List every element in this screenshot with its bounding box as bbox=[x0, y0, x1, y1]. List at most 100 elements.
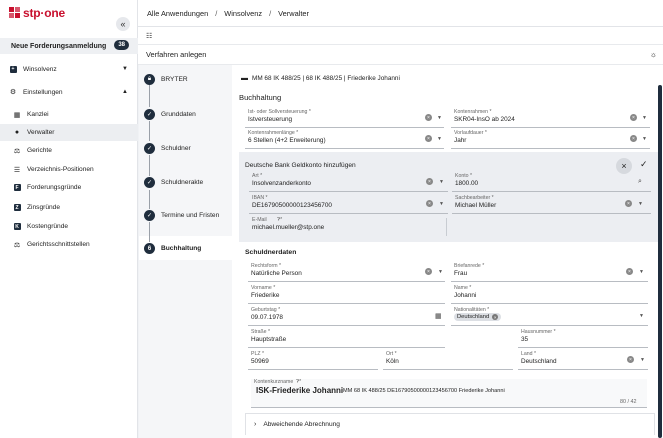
field-value: Hauptstraße bbox=[251, 336, 287, 343]
step-buchhaltung[interactable]: 6 Buchhaltung bbox=[144, 243, 201, 254]
scrollbar[interactable] bbox=[658, 85, 662, 438]
kontenlaenge-select[interactable]: Kontenrahmenlänge * 6 Stellen (4+2 Erwei… bbox=[245, 130, 444, 149]
account-type-select[interactable]: Art * Insolvenzanderkonto × ▼ bbox=[249, 173, 448, 192]
field-value: 6 Stellen (4+2 Erweiterung) bbox=[248, 137, 326, 144]
chevron-down-icon[interactable]: ▼ bbox=[640, 357, 645, 363]
step-termine[interactable]: ✓ Termine und Fristen bbox=[144, 210, 219, 221]
help-icon[interactable]: ❓︎* bbox=[277, 217, 282, 224]
clear-icon[interactable]: × bbox=[425, 114, 432, 121]
email-field[interactable]: E-Mail ❓︎* michael.mueller@stp.one bbox=[249, 217, 448, 236]
debtor-section-title: Schuldnerdaten bbox=[245, 249, 297, 256]
field-label: Ort * bbox=[386, 351, 397, 357]
sidebar-item-verwalter[interactable]: ● Verwalter bbox=[0, 124, 138, 141]
sidebar-group-einstellungen[interactable]: ⚙ Einstellungen ▲ bbox=[0, 84, 138, 100]
lock-icon: 🔒︎ bbox=[144, 74, 155, 85]
clear-icon[interactable]: × bbox=[626, 268, 633, 275]
nationality-select[interactable]: Nationalitäten * Deutschland × ▼ bbox=[451, 307, 648, 326]
chevron-down-icon[interactable]: ▼ bbox=[438, 269, 443, 275]
iban-field[interactable]: IBAN * DE16790500000123456700 × ▼ bbox=[249, 195, 448, 214]
salutation-select[interactable]: Briefanrede * Frau × ▼ bbox=[451, 263, 648, 282]
field-label: PLZ * bbox=[251, 351, 264, 357]
page-title: Verfahren anlegen bbox=[146, 50, 207, 59]
chevron-down-icon[interactable]: ▼ bbox=[642, 115, 647, 121]
sidebar-group-winsolvenz[interactable]: + Winsolvenz ▼ bbox=[0, 61, 138, 77]
sidebar-item-zinsgruende[interactable]: Z Zinsgründe bbox=[0, 199, 138, 216]
clerk-select[interactable]: Sachbearbeiter * Michael Müller × ▼ bbox=[452, 195, 651, 214]
step-connector bbox=[149, 190, 150, 209]
legal-form-select[interactable]: Rechtsform * Natürliche Person × ▼ bbox=[248, 263, 445, 282]
sidebar-item-gerichte[interactable]: ⚖ Gerichte bbox=[0, 142, 138, 159]
help-icon[interactable]: ❓︎* bbox=[296, 379, 301, 386]
new-claim-button[interactable]: Neue Forderungsanmeldung 38 bbox=[0, 38, 138, 54]
field-value: Jahr bbox=[454, 137, 467, 144]
calendar-icon[interactable]: ▦ bbox=[435, 312, 442, 320]
chevron-down-icon[interactable]: ▼ bbox=[437, 136, 442, 142]
alternative-billing-expander[interactable]: › Abweichende Abrechnung bbox=[245, 413, 655, 435]
country-select[interactable]: Land * Deutschland × ▼ bbox=[518, 351, 648, 370]
close-icon[interactable]: × bbox=[616, 158, 632, 174]
breadcrumb-item[interactable]: Alle Anwendungen bbox=[147, 9, 208, 18]
chevron-down-icon[interactable]: ▼ bbox=[439, 201, 444, 207]
chevron-down-icon[interactable]: ▼ bbox=[642, 136, 647, 142]
sidebar-item-label: Zinsgründe bbox=[27, 204, 60, 211]
clear-icon[interactable]: × bbox=[426, 200, 433, 207]
field-label: Straße * bbox=[251, 329, 271, 335]
step-schuldner[interactable]: ✓ Schuldner bbox=[144, 143, 191, 154]
sidebar-item-gerichtsschnittstellen[interactable]: ⚖ Gerichtsschnittstellen bbox=[0, 236, 138, 253]
step-grunddaten[interactable]: ✓ Grunddaten bbox=[144, 109, 196, 120]
logo-icon bbox=[9, 7, 21, 19]
vorlauf-select[interactable]: Vorlaufdauer * Jahr × ▼ bbox=[451, 130, 650, 149]
check-icon[interactable]: ✓ bbox=[640, 159, 648, 170]
check-icon: ✓ bbox=[144, 210, 155, 221]
collapse-sidebar-button[interactable]: « bbox=[116, 17, 130, 31]
first-name-field[interactable]: Vorname * Friederike bbox=[248, 285, 445, 304]
breadcrumb-item[interactable]: Verwalter bbox=[278, 9, 309, 18]
breadcrumb: Alle Anwendungen / Winsolvenz / Verwalte… bbox=[138, 0, 663, 27]
clear-icon[interactable]: × bbox=[425, 268, 432, 275]
nationality-chip[interactable]: Deutschland × bbox=[454, 313, 502, 321]
check-icon: ✓ bbox=[144, 109, 155, 120]
clear-icon[interactable]: × bbox=[492, 314, 499, 320]
clear-icon[interactable]: × bbox=[625, 200, 632, 207]
sidebar-item-verzeichnis[interactable]: ☰ Verzeichnis-Positionen bbox=[0, 161, 138, 178]
search-icon[interactable]: ⌕ bbox=[638, 178, 642, 186]
chevron-down-icon[interactable]: ▼ bbox=[639, 269, 644, 275]
zip-field[interactable]: PLZ * 50969 bbox=[248, 351, 378, 370]
last-name-field[interactable]: Name * Johanni bbox=[451, 285, 648, 304]
clear-icon[interactable]: × bbox=[426, 178, 433, 185]
city-field[interactable]: Ort * Köln bbox=[383, 351, 513, 370]
account-number-field[interactable]: Konto * 1800.00 ⌕ bbox=[452, 173, 651, 192]
account-shortname-value: ISK-Friederike Johanni bbox=[256, 386, 344, 395]
chevron-down-icon[interactable]: ▼ bbox=[638, 201, 643, 207]
clear-icon[interactable]: × bbox=[425, 135, 432, 142]
field-label: Vorlaufdauer * bbox=[454, 130, 487, 136]
field-label: Geburtstag * bbox=[251, 307, 281, 313]
street-field[interactable]: Straße * Hauptstraße bbox=[248, 329, 445, 348]
chevron-down-icon[interactable]: ▼ bbox=[437, 115, 442, 121]
chevron-down-icon: ▼ bbox=[122, 66, 128, 72]
sidebar-item-label: Forderungsgründe bbox=[27, 184, 82, 191]
chevron-down-icon[interactable]: ▼ bbox=[639, 313, 644, 319]
menu-list-icon[interactable]: ☷ bbox=[146, 32, 152, 40]
step-schuldnerakte[interactable]: ✓ Schuldnerakte bbox=[144, 177, 203, 188]
sidebar-item-kanzlei[interactable]: ▦ Kanzlei bbox=[0, 106, 138, 123]
kontenrahmen-select[interactable]: Kontenrahmen * SKR04-InsO ab 2024 × ▼ bbox=[451, 109, 650, 128]
lightbulb-icon[interactable]: ☼ bbox=[650, 50, 657, 59]
chevron-down-icon[interactable]: ▼ bbox=[439, 179, 444, 185]
account-shortname-field[interactable]: Kontenkurzname ❓︎* ISK-Friederike Johann… bbox=[251, 379, 647, 408]
sidebar-item-kostengruende[interactable]: K Kostengründe bbox=[0, 218, 138, 235]
clear-icon[interactable]: × bbox=[627, 356, 634, 363]
clear-icon[interactable]: × bbox=[630, 135, 637, 142]
birthday-field[interactable]: Geburtstag * 09.07.1978 ▦ bbox=[248, 307, 445, 326]
breadcrumb-item[interactable]: Winsolvenz bbox=[224, 9, 262, 18]
step-bryter[interactable]: 🔒︎ BRYTER bbox=[144, 74, 188, 85]
house-number-field[interactable]: Hausnummer * 35 bbox=[518, 329, 648, 348]
clear-icon[interactable]: × bbox=[630, 114, 637, 121]
logo[interactable]: stp·one bbox=[9, 6, 65, 20]
new-claim-count-badge: 38 bbox=[114, 40, 129, 50]
breadcrumb-separator: / bbox=[269, 8, 272, 18]
sidebar-item-forderungsgruende[interactable]: F Forderungsgründe bbox=[0, 179, 138, 196]
ist-soll-select[interactable]: Ist- oder Sollversteuerung * Istversteue… bbox=[245, 109, 444, 128]
step-label: Termine und Fristen bbox=[161, 212, 220, 219]
settings-icon: ⚙ bbox=[9, 89, 17, 96]
